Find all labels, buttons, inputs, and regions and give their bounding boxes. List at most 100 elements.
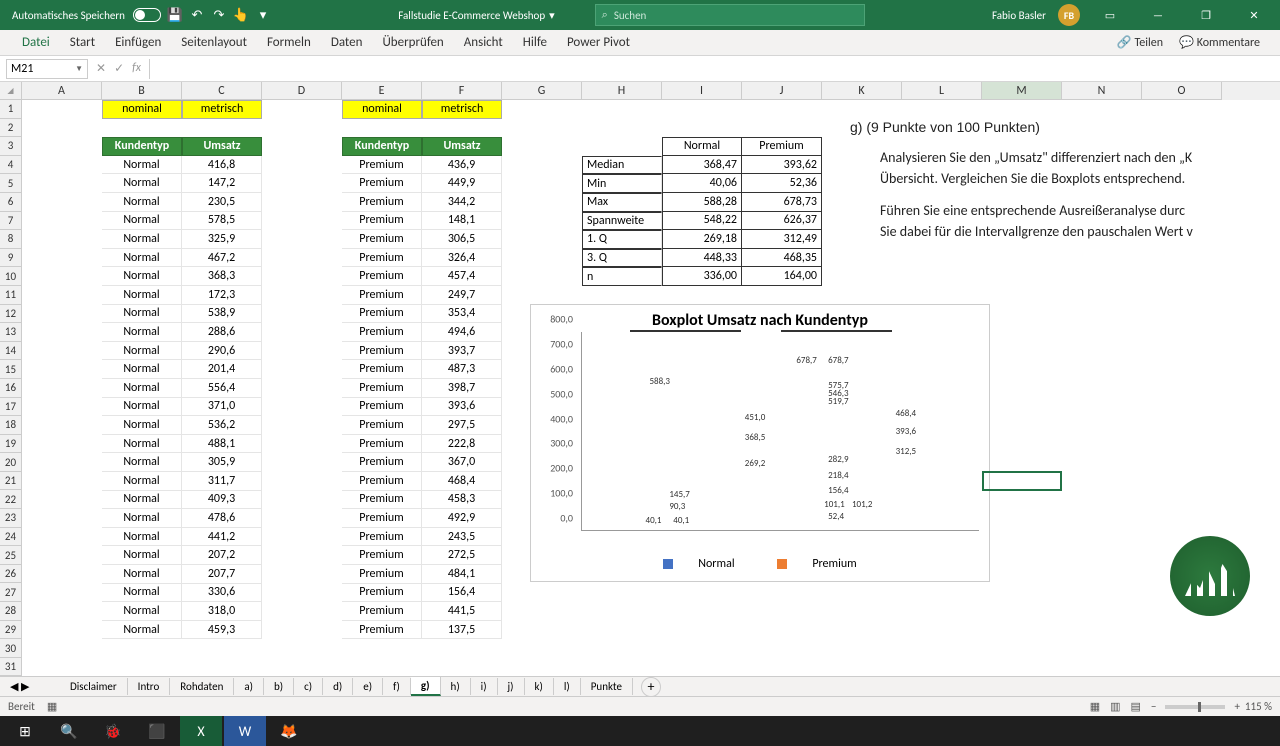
cell[interactable]: Normal: [102, 398, 182, 417]
row-header[interactable]: 12: [0, 305, 22, 324]
view-layout-icon[interactable]: ▥: [1105, 700, 1125, 713]
toggle-switch-icon[interactable]: [133, 8, 161, 22]
zoom-out-icon[interactable]: −: [1146, 700, 1161, 713]
cell[interactable]: Normal: [102, 565, 182, 584]
row-header[interactable]: 31: [0, 658, 22, 676]
row-header[interactable]: 28: [0, 602, 22, 621]
row-header[interactable]: 14: [0, 342, 22, 361]
cell[interactable]: Normal: [102, 342, 182, 361]
col-header[interactable]: E: [342, 82, 422, 100]
word-icon[interactable]: W: [224, 716, 266, 746]
cell[interactable]: Premium: [342, 323, 422, 342]
cell[interactable]: Normal: [102, 435, 182, 454]
close-icon[interactable]: ✕: [1236, 0, 1272, 30]
cell[interactable]: 448,33: [662, 249, 742, 268]
cell[interactable]: 305,9: [182, 453, 262, 472]
ribbon-tab-hilfe[interactable]: Hilfe: [513, 32, 557, 53]
ribbon-tab-überprüfen[interactable]: Überprüfen: [372, 32, 453, 53]
cell[interactable]: n: [582, 267, 662, 286]
cell[interactable]: 393,7: [422, 342, 502, 361]
cell[interactable]: 288,6: [182, 323, 262, 342]
sheet-tab[interactable]: i): [471, 678, 498, 695]
cell[interactable]: 156,4: [422, 584, 502, 603]
comments-button[interactable]: 💬 Kommentare: [1171, 32, 1268, 53]
cell[interactable]: 249,7: [422, 286, 502, 305]
row-header[interactable]: 6: [0, 193, 22, 212]
view-pagebreak-icon[interactable]: ▤: [1126, 700, 1146, 713]
cell[interactable]: 458,3: [422, 491, 502, 510]
cell[interactable]: Normal: [102, 360, 182, 379]
row-header[interactable]: 7: [0, 212, 22, 231]
cell[interactable]: 290,6: [182, 342, 262, 361]
cell[interactable]: Normal: [102, 156, 182, 175]
row-header[interactable]: 27: [0, 583, 22, 602]
cell[interactable]: Premium: [342, 602, 422, 621]
cell[interactable]: 457,4: [422, 267, 502, 286]
sheet-tab[interactable]: Punkte: [581, 678, 633, 695]
cell[interactable]: 436,9: [422, 156, 502, 175]
cell[interactable]: Spannweite: [582, 212, 662, 231]
fx-icon[interactable]: fx: [132, 61, 141, 76]
col-header[interactable]: F: [422, 82, 502, 100]
cell[interactable]: Premium: [342, 584, 422, 603]
search-taskbar-icon[interactable]: 🔍: [48, 716, 90, 746]
qat-dropdown-icon[interactable]: ▾: [255, 7, 271, 23]
start-icon[interactable]: ⊞: [4, 716, 46, 746]
cell[interactable]: Umsatz: [422, 137, 502, 156]
cell[interactable]: Premium: [342, 267, 422, 286]
row-header[interactable]: 24: [0, 528, 22, 547]
cell[interactable]: 137,5: [422, 621, 502, 640]
cell[interactable]: Premium: [342, 305, 422, 324]
cell[interactable]: Normal: [102, 286, 182, 305]
cell[interactable]: Normal: [102, 621, 182, 640]
cell[interactable]: Premium: [342, 174, 422, 193]
cell[interactable]: 318,0: [182, 602, 262, 621]
cell[interactable]: 325,9: [182, 230, 262, 249]
cell[interactable]: 556,4: [182, 379, 262, 398]
cell[interactable]: Premium: [342, 453, 422, 472]
cell[interactable]: 398,7: [422, 379, 502, 398]
zoom-in-icon[interactable]: +: [1229, 700, 1244, 713]
view-normal-icon[interactable]: ▦: [1085, 700, 1105, 713]
sheet-tab[interactable]: a): [234, 678, 264, 695]
cell[interactable]: 393,62: [742, 156, 822, 175]
cell[interactable]: 311,7: [182, 472, 262, 491]
cell[interactable]: Normal: [102, 472, 182, 491]
cell[interactable]: 678,73: [742, 193, 822, 212]
row-header[interactable]: 19: [0, 435, 22, 454]
cell[interactable]: 441,5: [422, 602, 502, 621]
sheet-tab[interactable]: h): [441, 678, 471, 695]
row-header[interactable]: 2: [0, 119, 22, 138]
row-header[interactable]: 22: [0, 490, 22, 509]
ribbon-tab-einfügen[interactable]: Einfügen: [105, 32, 171, 53]
cell[interactable]: 222,8: [422, 435, 502, 454]
row-header[interactable]: 5: [0, 174, 22, 193]
cell[interactable]: Premium: [342, 546, 422, 565]
cell[interactable]: Premium: [742, 137, 822, 156]
cell[interactable]: nominal: [102, 100, 182, 119]
row-header[interactable]: 1: [0, 100, 22, 119]
row-header[interactable]: 4: [0, 156, 22, 175]
cell[interactable]: 488,1: [182, 435, 262, 454]
cell[interactable]: 494,6: [422, 323, 502, 342]
name-box[interactable]: M21 ▼: [6, 59, 88, 79]
cell[interactable]: 368,47: [662, 156, 742, 175]
cell[interactable]: Normal: [102, 379, 182, 398]
cell[interactable]: Kundentyp: [102, 137, 182, 156]
col-header[interactable]: L: [902, 82, 982, 100]
sheet-tab[interactable]: Disclaimer: [60, 678, 128, 695]
sheet-tab[interactable]: f): [383, 678, 411, 695]
cell[interactable]: Premium: [342, 193, 422, 212]
cell[interactable]: 269,18: [662, 230, 742, 249]
row-header[interactable]: 21: [0, 472, 22, 491]
col-header[interactable]: D: [262, 82, 342, 100]
cell[interactable]: Premium: [342, 249, 422, 268]
cell[interactable]: Normal: [102, 212, 182, 231]
cell[interactable]: Premium: [342, 379, 422, 398]
cell[interactable]: 164,00: [742, 267, 822, 286]
cell[interactable]: 468,4: [422, 472, 502, 491]
col-header[interactable]: H: [582, 82, 662, 100]
sheet-tab[interactable]: j): [498, 678, 525, 695]
cell[interactable]: 207,2: [182, 546, 262, 565]
cell[interactable]: Premium: [342, 416, 422, 435]
